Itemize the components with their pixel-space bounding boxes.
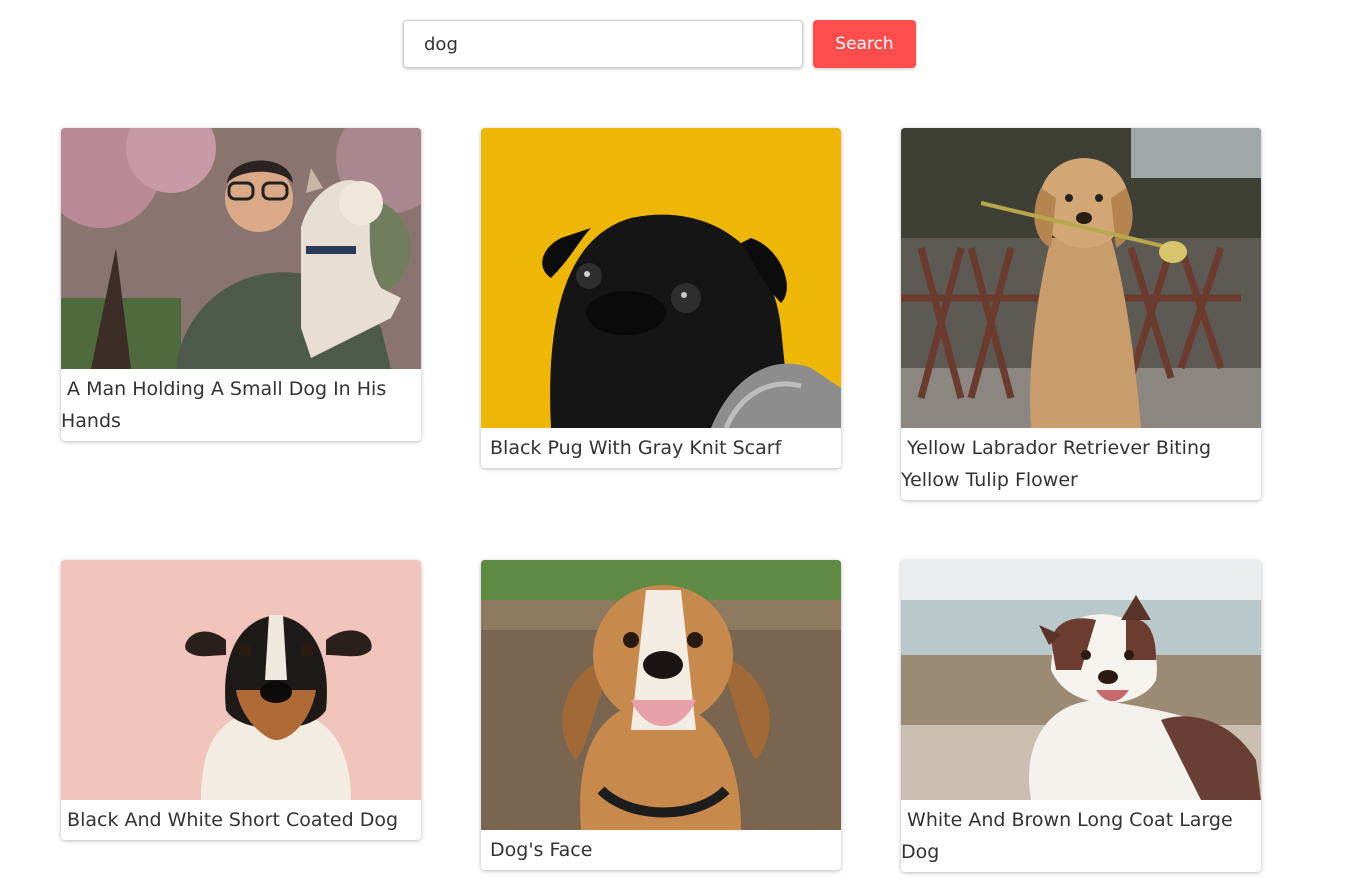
terrier-image[interactable] bbox=[61, 560, 421, 800]
result-caption: A Man Holding A Small Dog In His Hands bbox=[61, 378, 387, 432]
man-holding-dog-image[interactable] bbox=[61, 128, 421, 369]
result-card[interactable]: Dog's Face bbox=[481, 560, 841, 870]
search-button[interactable]: Search bbox=[813, 20, 916, 68]
result-card[interactable]: Yellow Labrador Retriever Biting Yellow … bbox=[901, 128, 1261, 500]
labrador-tulip-image[interactable] bbox=[901, 128, 1261, 428]
shepherd-image[interactable] bbox=[901, 560, 1261, 800]
result-card[interactable]: Black And White Short Coated Dog bbox=[61, 560, 421, 840]
search-input[interactable] bbox=[403, 20, 803, 68]
search-bar: Search bbox=[403, 20, 916, 68]
result-caption: Yellow Labrador Retriever Biting Yellow … bbox=[901, 437, 1212, 491]
black-pug-image[interactable] bbox=[481, 128, 841, 428]
result-card[interactable]: A Man Holding A Small Dog In His Hands bbox=[61, 128, 421, 441]
result-caption: Dog's Face bbox=[490, 839, 593, 861]
result-caption: Black And White Short Coated Dog bbox=[67, 809, 399, 831]
result-caption: White And Brown Long Coat Large Dog bbox=[901, 809, 1233, 863]
result-card[interactable]: Black Pug With Gray Knit Scarf bbox=[481, 128, 841, 468]
result-card[interactable]: White And Brown Long Coat Large Dog bbox=[901, 560, 1261, 872]
beagle-image[interactable] bbox=[481, 560, 841, 830]
result-caption: Black Pug With Gray Knit Scarf bbox=[490, 437, 782, 459]
